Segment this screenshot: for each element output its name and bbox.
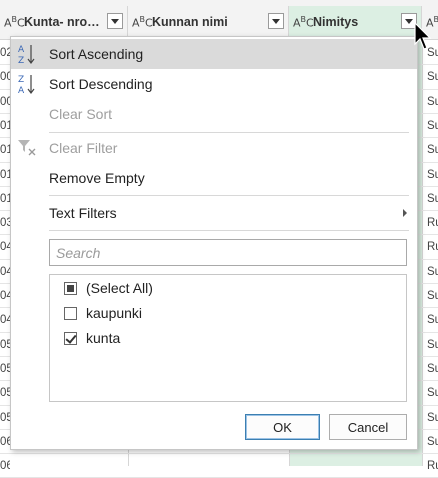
cancel-button[interactable]: Cancel <box>329 414 407 440</box>
table-cell[interactable]: 01 <box>0 144 10 156</box>
table-cell[interactable]: 04 <box>0 241 10 253</box>
clear-filter-icon <box>17 137 37 159</box>
table-cell[interactable]: Su <box>427 436 438 448</box>
column-header-kunnan-nimi[interactable]: ABC Kunnan nimi <box>128 6 289 38</box>
menu-item-sort-descending[interactable]: Z A Sort Descending <box>11 69 417 99</box>
table-cell[interactable]: 06 <box>0 436 10 448</box>
column-filter-dropdown: A Z Sort Ascending Z A Sort Descending C… <box>10 36 418 450</box>
menu-label: Sort Descending <box>49 76 153 92</box>
text-type-icon[interactable]: ABC <box>132 15 153 30</box>
table-cell[interactable]: 05 <box>0 339 10 351</box>
menu-separator <box>49 195 409 196</box>
menu-label: Sort Ascending <box>49 46 144 62</box>
menu-separator <box>49 230 409 231</box>
ok-button[interactable]: OK <box>245 414 320 440</box>
menu-item-clear-filter[interactable]: Clear Filter <box>11 133 417 163</box>
filter-value-list[interactable]: (Select All) kaupunki kunta <box>49 274 407 402</box>
table-cell[interactable]: Ru <box>427 217 438 229</box>
table-cell[interactable]: Su <box>427 169 438 181</box>
menu-item-clear-sort[interactable]: Clear Sort <box>11 99 417 129</box>
table-cell[interactable]: Ru <box>427 241 438 253</box>
table-cell[interactable]: 03 <box>0 217 10 229</box>
table-cell[interactable]: Su <box>427 71 438 83</box>
list-item-kunta[interactable]: kunta <box>64 327 120 349</box>
table-cell[interactable]: Su <box>427 193 438 205</box>
list-item-label: kunta <box>86 330 121 346</box>
table-cell[interactable]: 01 <box>0 169 10 181</box>
table-cell[interactable]: Su <box>427 120 438 132</box>
table-cell[interactable]: 00 <box>0 71 10 83</box>
table-cell[interactable]: Su <box>427 339 438 351</box>
table-cell[interactable]: 01 <box>0 193 10 205</box>
column-filter-button[interactable] <box>268 13 284 29</box>
grid-header: ABC Kunta- nro… ABC Kunnan nimi ABC Nimi… <box>0 0 438 40</box>
row-divider <box>0 453 438 455</box>
svg-text:Z: Z <box>18 75 24 85</box>
table-cell[interactable]: 00 <box>0 96 10 108</box>
list-item-select-all[interactable]: (Select All) <box>64 277 153 299</box>
column-title: Nimitys <box>313 15 359 29</box>
submenu-arrow-icon <box>403 209 407 217</box>
table-cell[interactable]: 04 <box>0 266 10 278</box>
svg-text:Z: Z <box>18 56 24 65</box>
column-header-kunta-nro[interactable]: ABC Kunta- nro… <box>0 6 128 38</box>
sort-descending-icon: Z A <box>17 73 37 96</box>
table-cell[interactable]: 01 <box>0 120 10 132</box>
table-cell[interactable]: Su <box>427 412 438 424</box>
table-cell[interactable]: Su <box>427 144 438 156</box>
menu-item-sort-ascending[interactable]: A Z Sort Ascending <box>11 39 417 69</box>
menu-item-text-filters[interactable]: Text Filters <box>11 198 417 228</box>
table-cell[interactable]: Su <box>427 314 438 326</box>
list-item-label: kaupunki <box>86 305 143 321</box>
table-cell[interactable]: 06 <box>0 460 10 472</box>
menu-item-remove-empty[interactable]: Remove Empty <box>11 163 417 193</box>
list-item-kaupunki[interactable]: kaupunki <box>64 302 142 324</box>
sort-ascending-icon: A Z <box>17 43 37 66</box>
checkbox[interactable] <box>64 331 77 345</box>
column-title: Kunta- nro… <box>24 15 100 29</box>
column-filter-button[interactable] <box>107 13 123 29</box>
table-cell[interactable]: 02 <box>0 47 10 59</box>
text-type-icon[interactable]: ABC <box>293 15 314 30</box>
table-cell[interactable]: Su <box>427 96 438 108</box>
column-title: Kunnan nimi <box>152 15 228 29</box>
column-header-nimitys[interactable]: ABC Nimitys <box>289 6 422 38</box>
svg-text:A: A <box>18 45 25 55</box>
table-cell[interactable]: 05 <box>0 387 10 399</box>
menu-label: Text Filters <box>49 205 117 221</box>
table-cell[interactable]: Su <box>427 290 438 302</box>
text-type-icon[interactable]: ABC <box>4 15 25 30</box>
svg-text:A: A <box>18 86 25 95</box>
checkbox[interactable] <box>64 306 77 320</box>
table-cell[interactable]: 05 <box>0 363 10 375</box>
mouse-cursor-icon <box>414 22 432 50</box>
menu-label: Clear Filter <box>49 140 118 156</box>
table-cell[interactable]: Su <box>427 266 438 278</box>
table-cell[interactable]: Su <box>427 387 438 399</box>
table-cell[interactable]: Su <box>427 363 438 375</box>
table-cell[interactable]: 04 <box>0 290 10 302</box>
table-cell[interactable]: 05 <box>0 412 10 424</box>
table-cell[interactable]: Ru <box>427 460 438 472</box>
table-cell[interactable]: 04 <box>0 314 10 326</box>
checkbox[interactable] <box>64 281 77 295</box>
filter-search-input[interactable] <box>49 239 407 266</box>
menu-label: Remove Empty <box>49 170 145 186</box>
menu-label: Clear Sort <box>49 106 113 122</box>
list-item-label: (Select All) <box>86 280 153 296</box>
